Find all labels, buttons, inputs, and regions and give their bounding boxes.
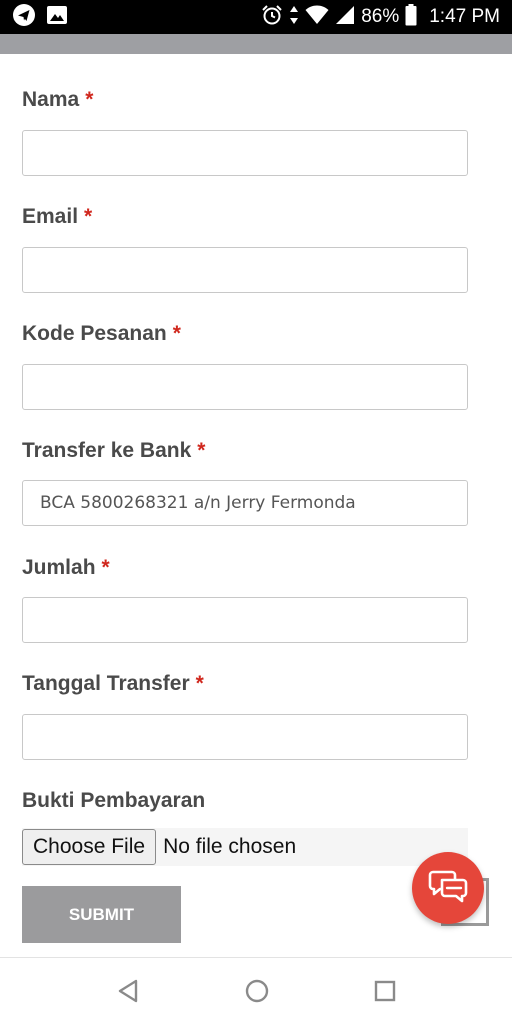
recents-icon[interactable] <box>373 978 397 1009</box>
jumlah-input[interactable] <box>22 597 468 643</box>
navigation-bar <box>0 957 512 1025</box>
required-mark: * <box>84 205 93 228</box>
wifi-icon <box>305 5 329 30</box>
required-mark: * <box>85 88 94 111</box>
signal-icon <box>335 5 355 30</box>
file-upload: Choose File No file chosen <box>22 828 468 866</box>
chat-button[interactable] <box>412 852 484 924</box>
image-icon <box>46 4 68 31</box>
jumlah-label: Jumlah * <box>22 556 110 579</box>
home-icon[interactable] <box>244 978 270 1009</box>
chat-bubbles-icon <box>428 868 468 909</box>
nama-label: Nama * <box>22 88 94 111</box>
transfer-bank-field[interactable]: BCA 5800268321 a/n Jerry Fermonda <box>22 480 468 526</box>
bukti-pembayaran-label: Bukti Pembayaran <box>22 789 206 812</box>
choose-file-button[interactable]: Choose File <box>22 829 157 865</box>
required-mark: * <box>101 556 110 579</box>
transfer-bank-value: BCA 5800268321 a/n Jerry Fermonda <box>40 493 356 513</box>
required-mark: * <box>195 672 204 695</box>
battery-icon <box>405 3 417 31</box>
alarm-icon <box>261 4 283 31</box>
transfer-bank-label: Transfer ke Bank * <box>22 439 206 462</box>
tanggal-transfer-label: Tanggal Transfer * <box>22 672 204 695</box>
email-input[interactable] <box>22 247 468 293</box>
kode-pesanan-label: Kode Pesanan * <box>22 322 181 345</box>
clock: 1:47 PM <box>429 6 500 27</box>
required-mark: * <box>172 322 181 345</box>
submit-button[interactable]: SUBMIT <box>22 886 181 943</box>
header-strip <box>0 34 512 54</box>
email-label: Email * <box>22 205 93 228</box>
back-icon[interactable] <box>116 978 140 1009</box>
data-arrows-icon <box>289 4 299 31</box>
telegram-icon <box>12 3 36 32</box>
tanggal-transfer-input[interactable] <box>22 714 468 760</box>
kode-pesanan-input[interactable] <box>22 364 468 410</box>
status-bar: 86% 1:47 PM <box>0 0 512 34</box>
file-status: No file chosen <box>163 835 297 858</box>
required-mark: * <box>197 439 206 462</box>
nama-input[interactable] <box>22 130 468 176</box>
battery-percent: 86% <box>361 6 400 27</box>
